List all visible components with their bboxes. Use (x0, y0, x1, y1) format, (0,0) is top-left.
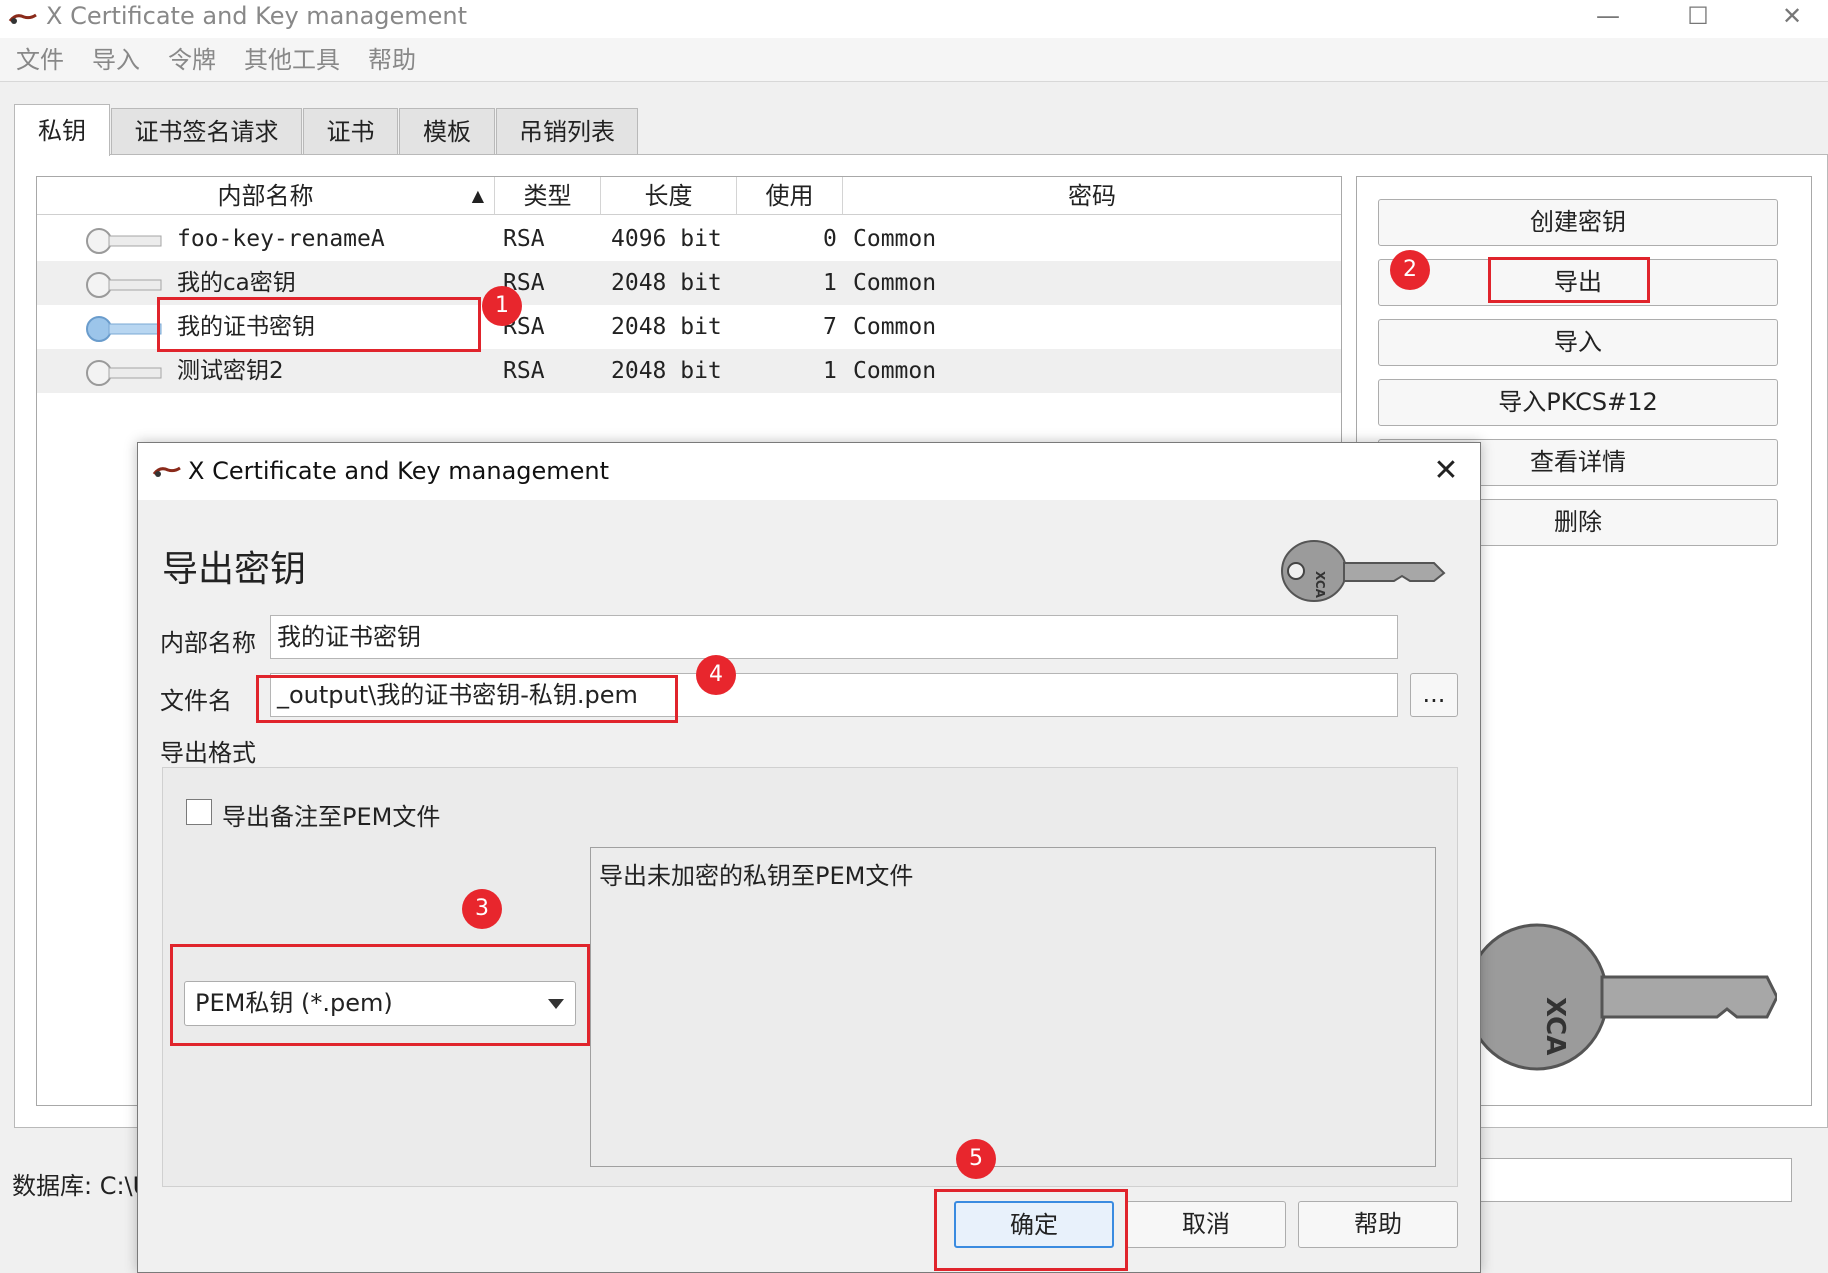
xca-key-logo-icon: XCA (1281, 540, 1446, 602)
column-header-use[interactable]: 使用 (737, 177, 843, 215)
import-pkcs12-button[interactable]: 导入PKCS#12 (1378, 379, 1778, 426)
dialog-heading: 导出密钥 (162, 549, 307, 590)
format-description: 导出未加密的私钥至PEM文件 (599, 862, 914, 890)
key-use: 1 (823, 358, 837, 384)
dialog-close-button[interactable]: ✕ (1418, 443, 1474, 500)
key-size: 2048 bit (611, 270, 722, 296)
key-type: RSA (503, 226, 545, 252)
dialog-titlebar: X Certificate and Key management ✕ (138, 443, 1480, 500)
key-password: Common (853, 270, 937, 296)
highlight-ok-button (934, 1189, 1128, 1271)
tab-csr[interactable]: 证书签名请求 (111, 108, 302, 155)
key-icon-selected (86, 316, 162, 342)
app-logo-icon (8, 13, 37, 24)
minimize-button[interactable]: — (1578, 0, 1638, 38)
format-description-box: 导出未加密的私钥至PEM文件 (590, 847, 1436, 1167)
browse-button[interactable]: ... (1410, 673, 1458, 717)
tab-private-keys[interactable]: 私钥 (14, 104, 110, 156)
callout-badge-4: 4 (696, 655, 736, 695)
tab-revocation-lists[interactable]: 吊销列表 (496, 108, 638, 155)
highlight-export-button (1488, 257, 1650, 303)
column-header-name[interactable]: 内部名称 ▲ (37, 177, 495, 215)
key-password: Common (853, 314, 937, 340)
menu-help[interactable]: 帮助 (368, 38, 416, 82)
key-name: foo-key-renameA (177, 226, 385, 252)
key-size: 4096 bit (611, 226, 722, 252)
menu-import[interactable]: 导入 (92, 38, 140, 82)
key-use: 0 (823, 226, 837, 252)
internal-name-input[interactable]: 我的证书密钥 (270, 615, 1398, 659)
export-comment-checkbox[interactable] (186, 799, 212, 825)
xca-key-watermark-icon: XCA (1477, 923, 1777, 1071)
menubar: 文件 导入 令牌 其他工具 帮助 (0, 38, 1828, 82)
key-password: Common (853, 358, 937, 384)
column-header-password[interactable]: 密码 (843, 177, 1341, 215)
highlight-selected-key (157, 297, 481, 352)
table-row[interactable]: 测试密钥2 RSA 2048 bit 1 Common (37, 349, 1341, 393)
database-path-label: 数据库: C:\U (12, 1172, 151, 1200)
key-use: 1 (823, 270, 837, 296)
callout-badge-5: 5 (956, 1139, 996, 1179)
xca-logo-text: XCA (1313, 571, 1327, 599)
window-titlebar: X Certificate and Key management — ☐ ✕ (0, 0, 1828, 38)
export-format-label: 导出格式 (160, 739, 256, 767)
key-icon (86, 360, 162, 386)
window-title: X Certificate and Key management (46, 2, 468, 30)
menu-file[interactable]: 文件 (16, 38, 64, 82)
key-name: 测试密钥2 (177, 358, 284, 384)
sort-ascending-icon: ▲ (471, 186, 484, 205)
callout-badge-1: 1 (482, 286, 522, 326)
status-field (1480, 1158, 1792, 1202)
tab-templates[interactable]: 模板 (399, 108, 495, 155)
key-size: 2048 bit (611, 358, 722, 384)
app-logo-icon (152, 466, 181, 477)
maximize-button[interactable]: ☐ (1668, 0, 1728, 38)
key-password: Common (853, 226, 937, 252)
key-size: 2048 bit (611, 314, 722, 340)
close-window-button[interactable]: ✕ (1762, 0, 1822, 38)
export-key-dialog: X Certificate and Key management ✕ 导出密钥 … (137, 442, 1481, 1273)
key-icon (86, 272, 162, 298)
cancel-button[interactable]: 取消 (1126, 1201, 1286, 1248)
callout-badge-3: 3 (462, 889, 502, 929)
export-comment-label: 导出备注至PEM文件 (222, 803, 441, 831)
key-icon (86, 228, 162, 254)
column-header-type[interactable]: 类型 (495, 177, 601, 215)
key-type: RSA (503, 358, 545, 384)
key-use: 7 (823, 314, 837, 340)
create-key-button[interactable]: 创建密钥 (1378, 199, 1778, 246)
column-header-size[interactable]: 长度 (601, 177, 737, 215)
filename-label: 文件名 (160, 687, 232, 715)
menu-other-tools[interactable]: 其他工具 (244, 38, 340, 82)
internal-name-label: 内部名称 (160, 629, 256, 657)
xca-logo-text: XCA (1540, 997, 1570, 1055)
highlight-format-select (170, 944, 590, 1046)
help-button[interactable]: 帮助 (1298, 1201, 1458, 1248)
highlight-filename (256, 675, 678, 723)
dialog-title: X Certificate and Key management (188, 457, 610, 485)
callout-badge-2: 2 (1390, 250, 1430, 290)
tab-certificates[interactable]: 证书 (303, 108, 398, 155)
import-button[interactable]: 导入 (1378, 319, 1778, 366)
menu-token[interactable]: 令牌 (168, 38, 216, 82)
table-row[interactable]: foo-key-renameA RSA 4096 bit 0 Common (37, 217, 1341, 261)
